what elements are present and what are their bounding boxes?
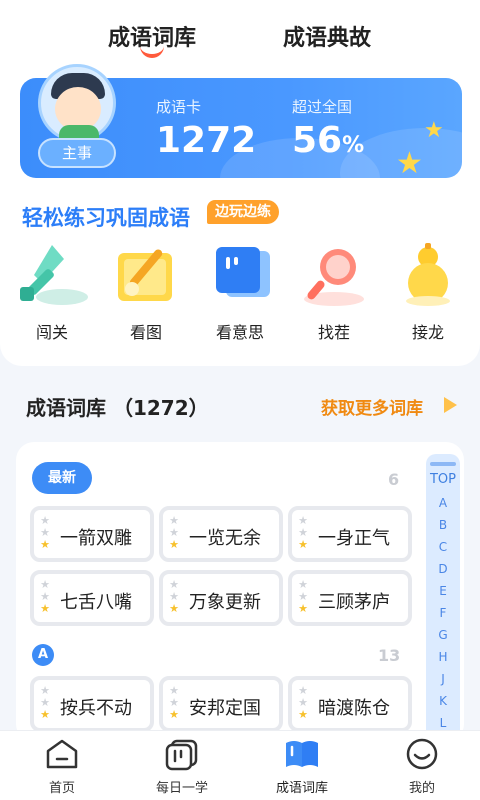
index-handle <box>430 462 456 466</box>
rank-unit: % <box>342 133 365 158</box>
rank-label: 超过全国 <box>292 98 353 116</box>
rank-value: 56% <box>292 120 364 161</box>
star-icon: ★ <box>396 146 423 178</box>
index-top[interactable]: TOP <box>426 472 460 487</box>
game-label: 看意思 <box>215 323 264 342</box>
star-rating-icon: ★ ★ ★ <box>40 684 50 721</box>
game-picture[interactable]: 看图 <box>106 243 186 343</box>
star-rating-icon: ★ ★ ★ <box>40 578 50 615</box>
index-letter[interactable]: E <box>426 584 460 598</box>
index-letter[interactable]: K <box>426 694 460 708</box>
group-chip-newest: 最新 <box>32 462 92 494</box>
group-count: 6 <box>388 470 400 489</box>
library-panel: 最新 6 ★ ★ ★ 一箭双雕 ★ ★ ★ 一览无余 ★ ★ ★ 一身正气 ★ ★ ★ 七舌八嘴… <box>16 442 464 742</box>
star-icon: ★ <box>424 118 444 143</box>
idiom-text: 一箭双雕 <box>60 528 132 549</box>
nav-label: 每日一学 <box>155 781 208 796</box>
daily-icon <box>164 737 200 771</box>
game-challenge[interactable]: 闯关 <box>12 243 92 343</box>
index-letter[interactable]: J <box>426 672 460 686</box>
game-label: 找茬 <box>317 323 350 342</box>
idiom-text: 一览无余 <box>189 528 261 549</box>
idiom-card[interactable]: ★ ★ ★ 一箭双雕 <box>30 506 154 562</box>
get-more-library-link[interactable]: 获取更多词库 <box>321 394 423 419</box>
idiom-card[interactable]: ★ ★ ★ 按兵不动 <box>30 676 154 732</box>
nav-label: 成语词库 <box>275 781 328 796</box>
idiom-card[interactable]: ★ ★ ★ 暗渡陈仓 <box>288 676 412 732</box>
game-spot-difference[interactable]: 找茬 <box>294 243 374 343</box>
index-letter[interactable]: B <box>426 518 460 532</box>
nav-home[interactable]: 首页 <box>14 737 110 796</box>
star-rating-icon: ★ ★ ★ <box>298 578 308 615</box>
idiom-card[interactable]: ★ ★ ★ 三顾茅庐 <box>288 570 412 626</box>
idiom-card[interactable]: ★ ★ ★ 一身正气 <box>288 506 412 562</box>
nav-mine[interactable]: 我的 <box>374 737 470 796</box>
index-letter[interactable]: C <box>426 540 460 554</box>
card-count-value: 1272 <box>156 120 257 161</box>
group-chip-letter: A <box>32 644 54 666</box>
star-rating-icon: ★ ★ ★ <box>169 578 179 615</box>
sword-icon <box>12 243 92 307</box>
idiom-text: 三顾茅庐 <box>318 592 390 613</box>
tab-idiom-stories[interactable]: 成语典故 <box>283 20 371 52</box>
nav-label: 我的 <box>408 781 435 796</box>
index-letter[interactable]: H <box>426 650 460 664</box>
star-rating-icon: ★ ★ ★ <box>169 684 179 721</box>
idiom-text: 万象更新 <box>189 592 261 613</box>
role-badge: 主事 <box>38 138 116 168</box>
gourd-icon <box>388 243 468 307</box>
index-letter[interactable]: D <box>426 562 460 576</box>
star-rating-icon: ★ ★ ★ <box>40 514 50 551</box>
index-letter[interactable]: L <box>426 716 460 730</box>
game-label: 闯关 <box>35 323 68 342</box>
practice-games: 闯关 看图 看意思 找茬 接龙 <box>0 243 480 343</box>
index-letter[interactable]: A <box>426 496 460 510</box>
practice-title: 轻松练习巩固成语 <box>22 206 190 230</box>
idiom-text: 一身正气 <box>318 528 390 549</box>
idiom-text: 按兵不动 <box>60 698 132 719</box>
active-tab-indicator <box>140 46 164 58</box>
nav-idiom-library[interactable]: 成语词库 <box>254 737 350 796</box>
play-arrow-icon[interactable] <box>444 397 457 413</box>
idiom-card[interactable]: ★ ★ ★ 万象更新 <box>159 570 283 626</box>
game-meaning[interactable]: 看意思 <box>200 243 280 343</box>
game-label: 看图 <box>129 323 162 342</box>
game-label: 接龙 <box>411 323 444 342</box>
card-count-label: 成语卡 <box>156 98 202 116</box>
nav-daily[interactable]: 每日一学 <box>134 737 230 796</box>
idiom-text: 七舌八嘴 <box>60 592 132 613</box>
bottom-nav: 首页 每日一学 成语词库 我的 <box>0 730 480 800</box>
rank-number: 56 <box>292 120 343 161</box>
idiom-text: 安邦定国 <box>189 698 261 719</box>
star-rating-icon: ★ ★ ★ <box>169 514 179 551</box>
library-title: 成语词库 （1272） <box>26 396 209 420</box>
idiom-text: 暗渡陈仓 <box>318 698 390 719</box>
alphabet-index[interactable]: TOP A B C D E F G H J K L <box>426 454 460 744</box>
index-letter[interactable]: G <box>426 628 460 642</box>
index-letter[interactable]: F <box>426 606 460 620</box>
nav-label: 首页 <box>48 781 75 796</box>
idiom-card[interactable]: ★ ★ ★ 七舌八嘴 <box>30 570 154 626</box>
star-rating-icon: ★ ★ ★ <box>298 514 308 551</box>
avatar[interactable] <box>38 64 116 142</box>
idiom-card[interactable]: ★ ★ ★ 一览无余 <box>159 506 283 562</box>
practice-tag: 边玩边练 <box>207 200 279 224</box>
idiom-card[interactable]: ★ ★ ★ 安邦定国 <box>159 676 283 732</box>
smile-icon <box>404 737 440 771</box>
book-icon <box>284 737 320 771</box>
card-stack-icon <box>200 243 280 307</box>
top-tab-bar: 成语词库 成语典故 <box>0 0 480 66</box>
home-icon <box>44 737 80 771</box>
group-count: 13 <box>378 646 401 665</box>
game-chain[interactable]: 接龙 <box>388 243 468 343</box>
star-rating-icon: ★ ★ ★ <box>298 684 308 721</box>
magnifier-icon <box>294 243 374 307</box>
picture-icon <box>106 243 186 307</box>
